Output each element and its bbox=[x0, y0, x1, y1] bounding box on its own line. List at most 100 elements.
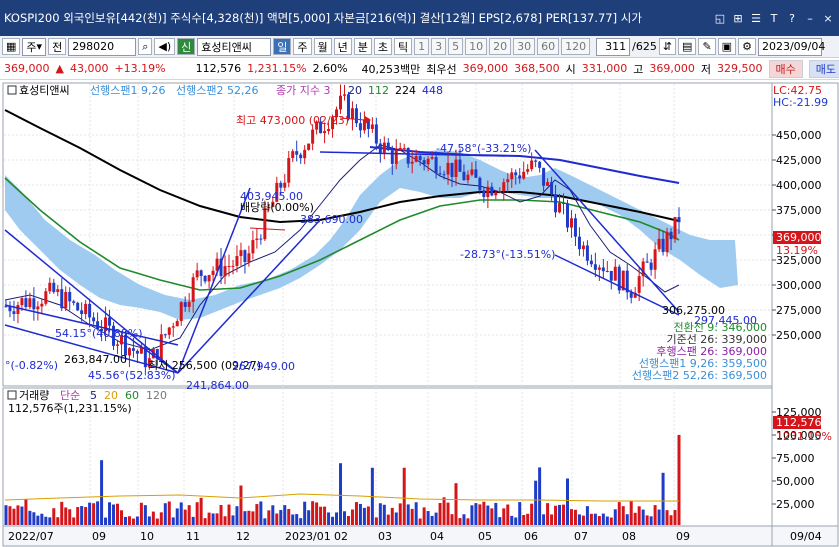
volume-bar bbox=[354, 502, 358, 525]
annotation-383690: 383,690.00 bbox=[300, 213, 363, 226]
interval-1[interactable]: 1 bbox=[414, 38, 430, 55]
date-input[interactable]: 2023/09/04 bbox=[757, 37, 826, 56]
candle-body bbox=[554, 194, 558, 213]
list-icon[interactable]: ☰ bbox=[749, 11, 763, 25]
tab-period-second[interactable]: 초 bbox=[373, 38, 392, 55]
date-value: 2023/09/04 bbox=[761, 40, 826, 53]
legend-toggle-icon[interactable] bbox=[7, 85, 17, 95]
interval-5[interactable]: 5 bbox=[448, 38, 464, 55]
stock-name-field: 효성티앤씨 bbox=[197, 37, 272, 56]
candle-body bbox=[526, 169, 530, 172]
current-price: 369,000 bbox=[4, 62, 50, 75]
tab-period-day[interactable]: 일 bbox=[273, 38, 292, 55]
settings-icon[interactable]: ⚙ bbox=[738, 38, 756, 55]
font-size-icon[interactable]: T bbox=[767, 11, 781, 25]
stock-chart[interactable]: 효성티앤씨 선행스팬1 9,26 선행스팬2 52,26 종가 지수 3 20 … bbox=[0, 80, 839, 547]
volume-legend-title: 거래량 bbox=[19, 389, 49, 402]
candle-body bbox=[390, 150, 394, 164]
search-icon[interactable]: ⌕ bbox=[138, 38, 153, 55]
period-select-value: 주 bbox=[26, 40, 37, 54]
minimize-icon[interactable]: – bbox=[803, 11, 817, 25]
stock-code-input[interactable]: 298020 bbox=[68, 37, 137, 56]
volume-bar bbox=[211, 513, 215, 525]
candle-body bbox=[645, 261, 649, 263]
page-input[interactable]: 311 bbox=[596, 37, 631, 56]
volume-legend-toggle-icon[interactable] bbox=[7, 390, 17, 400]
best-bid: 368,500 bbox=[514, 62, 560, 75]
chart-type-icon[interactable]: ▤ bbox=[678, 38, 697, 55]
candle-body bbox=[418, 156, 422, 161]
close-icon[interactable]: × bbox=[821, 11, 835, 25]
candle-body bbox=[446, 162, 450, 175]
draw-icon[interactable]: ✎ bbox=[698, 38, 716, 55]
volume-bar bbox=[593, 513, 597, 525]
volume-bar bbox=[327, 512, 331, 525]
candle-body bbox=[442, 174, 446, 176]
time-label: 09 bbox=[92, 530, 106, 543]
candle-body bbox=[506, 179, 510, 183]
tab-period-year[interactable]: 년 bbox=[333, 38, 352, 55]
tab-period-tick[interactable]: 틱 bbox=[394, 38, 413, 55]
interval-120[interactable]: 120 bbox=[561, 38, 591, 55]
speaker-icon[interactable]: ◀) bbox=[154, 38, 176, 55]
volume-bar bbox=[199, 497, 203, 525]
annotation-high: 최고 473,000 (02/23) bbox=[236, 114, 349, 127]
grid-icon[interactable]: ▦ bbox=[2, 38, 21, 55]
interval-30[interactable]: 30 bbox=[513, 38, 536, 55]
volume-bar bbox=[657, 509, 661, 525]
candle-body bbox=[669, 231, 673, 240]
buy-button[interactable]: 매수 bbox=[768, 59, 803, 78]
period-select[interactable]: 주 ▾ bbox=[22, 37, 47, 56]
volume-bar bbox=[486, 505, 490, 525]
volume-bar bbox=[84, 507, 88, 525]
save-icon[interactable]: ▣ bbox=[717, 38, 737, 55]
volume-bar bbox=[494, 502, 498, 525]
interval-20[interactable]: 20 bbox=[489, 38, 512, 55]
volume-bar bbox=[151, 511, 155, 525]
candle-body bbox=[585, 245, 589, 261]
tab-period-week[interactable]: 주 bbox=[293, 38, 312, 55]
candle-body bbox=[613, 266, 617, 281]
help-icon[interactable]: ? bbox=[785, 11, 799, 25]
interval-10[interactable]: 10 bbox=[465, 38, 488, 55]
volume-bar bbox=[219, 505, 223, 525]
volume-bar bbox=[605, 516, 609, 525]
volume-bar bbox=[171, 517, 175, 525]
compare-icon[interactable]: ⇵ bbox=[658, 38, 677, 55]
volume-bar bbox=[147, 516, 151, 525]
time-label: 10 bbox=[140, 530, 154, 543]
volume-bar bbox=[311, 501, 315, 525]
restore-icon[interactable]: ◱ bbox=[713, 11, 727, 25]
volume-bar bbox=[48, 517, 52, 525]
tile-icon[interactable]: ⊞ bbox=[731, 11, 745, 25]
open-label: 시 bbox=[565, 62, 576, 76]
candle-body bbox=[223, 266, 227, 277]
interval-60[interactable]: 60 bbox=[537, 38, 560, 55]
volume-bar bbox=[641, 509, 645, 525]
volume-bar bbox=[565, 478, 569, 525]
volume-bar bbox=[76, 507, 80, 525]
volume-bar bbox=[163, 503, 167, 525]
volume-bar bbox=[92, 503, 96, 525]
prev-button[interactable]: 전 bbox=[48, 38, 67, 55]
tab-period-minute[interactable]: 분 bbox=[353, 38, 372, 55]
candle-body bbox=[522, 171, 526, 179]
candle-body bbox=[470, 169, 474, 175]
candle-body bbox=[494, 192, 498, 196]
candle-body bbox=[76, 302, 80, 311]
sell-button[interactable]: 매도 bbox=[808, 59, 839, 78]
volume-bar bbox=[255, 504, 259, 525]
time-label: 05 bbox=[478, 530, 492, 543]
volume-bar bbox=[191, 516, 195, 525]
candle-body bbox=[299, 154, 303, 159]
volume-bar bbox=[589, 513, 593, 525]
candle-body bbox=[84, 303, 88, 315]
candle-body bbox=[665, 231, 669, 253]
volume-bar bbox=[609, 517, 613, 525]
candle-body bbox=[370, 124, 374, 129]
candle-body bbox=[68, 291, 72, 302]
interval-3[interactable]: 3 bbox=[431, 38, 447, 55]
volume-bar bbox=[518, 502, 522, 525]
tab-period-month[interactable]: 월 bbox=[313, 38, 332, 55]
price-tick-label: 375,000 bbox=[776, 204, 822, 217]
